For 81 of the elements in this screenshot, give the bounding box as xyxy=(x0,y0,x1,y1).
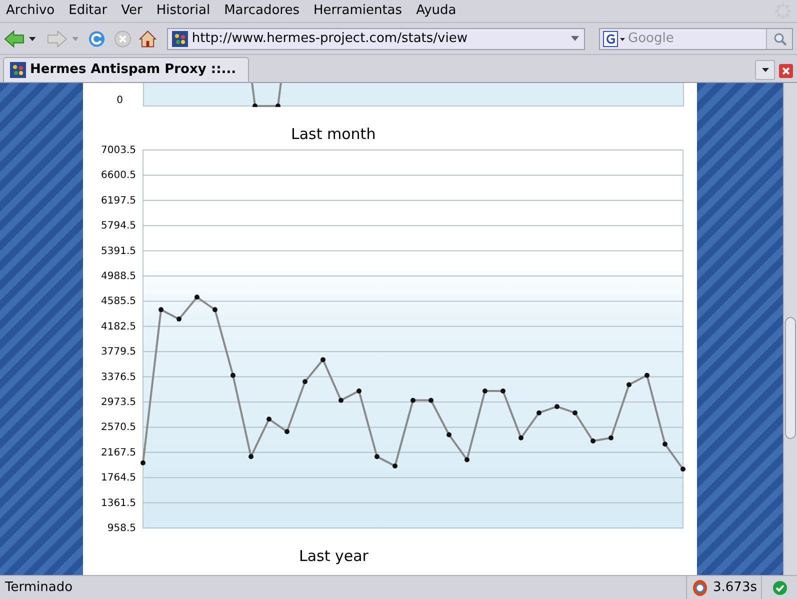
site-favicon-icon xyxy=(10,62,26,78)
data-point xyxy=(662,442,668,447)
data-point xyxy=(446,432,452,438)
menu-item[interactable]: Marcadores xyxy=(224,1,300,21)
y-tick-label: 6600.5 xyxy=(101,170,136,182)
data-point xyxy=(194,294,200,300)
search-input[interactable]: Google xyxy=(628,28,766,48)
y-tick-label: 5794.5 xyxy=(101,220,136,232)
y-tick-label: 6197.5 xyxy=(101,195,136,206)
menu-item[interactable]: Archivo xyxy=(6,1,55,21)
y-tick-label: 2167.5 xyxy=(101,447,136,458)
data-point xyxy=(176,316,182,322)
y-tick-label: 0 xyxy=(116,94,123,107)
y-tick-label: 3779.5 xyxy=(101,346,136,358)
data-point xyxy=(248,454,254,460)
load-time: 3.673s xyxy=(713,578,757,597)
reload-icon[interactable] xyxy=(88,30,106,48)
data-point xyxy=(590,438,596,444)
dropdown-caret-icon[interactable] xyxy=(29,36,36,40)
data-point xyxy=(410,398,416,403)
address-field[interactable]: http://www.hermes-project.com/stats/view xyxy=(166,28,586,50)
scrollbar[interactable] xyxy=(783,83,797,575)
y-tick-label: 2973.5 xyxy=(101,397,136,408)
y-tick-label: 4182.5 xyxy=(101,321,136,332)
y-tick-label: 1361.5 xyxy=(101,498,136,509)
chart-title: Last year xyxy=(299,547,370,565)
data-point xyxy=(554,404,560,410)
data-point xyxy=(428,398,434,403)
scrollbar-thumb[interactable] xyxy=(785,317,796,439)
data-point xyxy=(626,382,632,388)
chart-title: Last month xyxy=(291,125,377,143)
data-point xyxy=(284,429,290,434)
check-icon xyxy=(772,580,786,594)
search-button[interactable] xyxy=(766,28,792,48)
data-point xyxy=(158,307,164,312)
data-point xyxy=(644,372,650,378)
data-point xyxy=(320,357,326,362)
y-tick-label: 5391.5 xyxy=(101,246,136,257)
stop-icon[interactable] xyxy=(114,30,132,48)
data-point xyxy=(266,416,272,422)
url-text: http://www.hermes-project.com/stats/view xyxy=(192,30,468,48)
y-tick-label: 3376.5 xyxy=(101,372,136,383)
data-point xyxy=(230,372,236,378)
home-icon[interactable] xyxy=(139,30,157,48)
site-favicon-icon xyxy=(172,30,188,46)
data-point xyxy=(302,379,308,384)
y-tick-label: 1764.5 xyxy=(101,472,136,484)
status-text: Terminado xyxy=(4,578,74,597)
tab-list-button[interactable] xyxy=(755,60,775,80)
data-point xyxy=(464,457,470,462)
close-tab-icon[interactable] xyxy=(779,64,793,78)
data-point xyxy=(482,388,488,394)
data-point xyxy=(392,464,398,468)
y-tick-label: 4988.5 xyxy=(101,271,136,282)
back-arrow-icon[interactable] xyxy=(4,30,26,48)
data-point xyxy=(212,307,218,312)
data-point xyxy=(374,454,380,460)
browser-tab[interactable]: Hermes Antispam Proxy ::... xyxy=(3,57,249,82)
data-point xyxy=(338,398,344,403)
caret-icon xyxy=(762,68,768,72)
search-engine-icon[interactable] xyxy=(603,30,626,46)
dropdown-caret-icon[interactable] xyxy=(571,36,580,41)
search-icon xyxy=(772,32,787,46)
y-tick-label: 958.5 xyxy=(107,523,136,533)
data-point xyxy=(608,435,614,440)
data-point xyxy=(572,410,578,416)
y-tick-label: 4585.5 xyxy=(101,296,136,308)
menu-item[interactable]: Ayuda xyxy=(416,1,456,21)
data-point xyxy=(536,410,542,416)
menu-item[interactable]: Ver xyxy=(121,1,142,21)
menu-item[interactable]: Historial xyxy=(156,1,210,21)
data-point xyxy=(518,435,524,440)
y-tick-label: 7003.5 xyxy=(101,145,136,156)
menu-item[interactable]: Herramientas xyxy=(314,1,402,21)
search-field[interactable]: Google xyxy=(599,28,794,50)
data-point xyxy=(140,460,146,466)
data-point xyxy=(500,388,506,394)
data-point xyxy=(680,466,686,472)
data-point xyxy=(356,388,362,394)
menu-item[interactable]: Editar xyxy=(68,1,108,21)
y-tick-label: 2570.5 xyxy=(101,422,136,434)
